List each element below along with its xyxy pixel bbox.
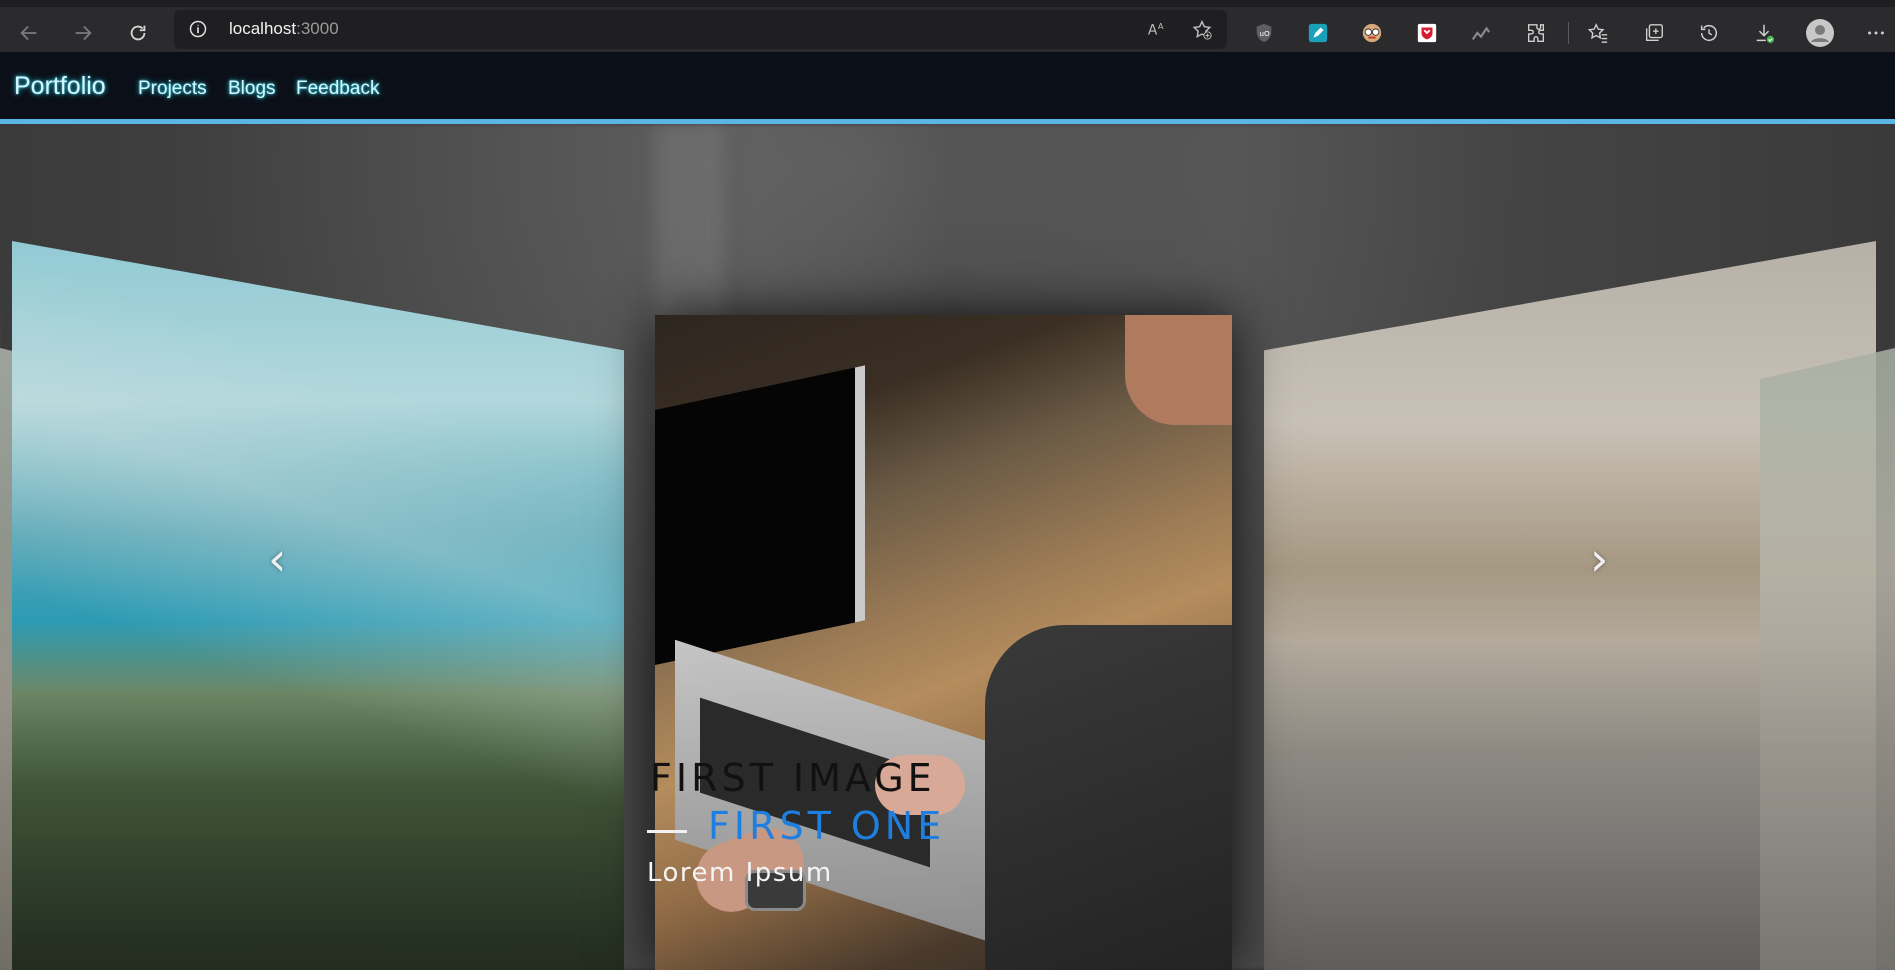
- history-icon[interactable]: [1695, 19, 1723, 47]
- slide-left-haze: [12, 241, 624, 970]
- ublock-extension-icon[interactable]: uO: [1250, 19, 1278, 47]
- address-bar[interactable]: localhost:3000 AA: [174, 10, 1227, 49]
- back-button[interactable]: [12, 16, 46, 50]
- app-navbar: Portfolio Projects Blogs Feedback: [0, 52, 1895, 124]
- downloads-icon[interactable]: [1750, 19, 1778, 47]
- nav-link-feedback[interactable]: Feedback: [296, 78, 379, 100]
- url-host: localhost: [229, 19, 297, 38]
- svg-text:A: A: [1158, 21, 1164, 31]
- prev-slide-arrow-icon[interactable]: ‹: [268, 532, 286, 586]
- add-favorite-icon[interactable]: [1190, 18, 1214, 42]
- refresh-icon: [130, 25, 146, 41]
- favorites-icon[interactable]: [1584, 19, 1612, 47]
- slide-caption-subtitle: FIRST ONE: [708, 804, 946, 848]
- shield-extension-icon[interactable]: [1413, 19, 1441, 47]
- nav-link-projects[interactable]: Projects: [138, 78, 207, 100]
- info-icon[interactable]: [188, 19, 208, 39]
- svg-text:A: A: [1148, 23, 1158, 39]
- stats-extension-icon[interactable]: [1467, 19, 1495, 47]
- read-aloud-icon[interactable]: AA: [1145, 18, 1169, 42]
- carousel: FIRST IMAGE FIRST ONE Lorem Ipsum ‹ ›: [0, 124, 1895, 970]
- more-options-icon[interactable]: [1862, 19, 1890, 47]
- slide-left-image[interactable]: [12, 241, 624, 970]
- browser-toolbar: localhost:3000 AA uO: [0, 0, 1895, 52]
- next-slide-arrow-icon[interactable]: ›: [1590, 532, 1608, 586]
- svg-text:uO: uO: [1259, 29, 1270, 38]
- brand-logo[interactable]: Portfolio: [14, 72, 106, 101]
- url-port: :3000: [296, 19, 339, 38]
- profile-avatar-icon[interactable]: [1806, 19, 1834, 47]
- pen-extension-icon[interactable]: [1304, 19, 1332, 47]
- extensions-icon[interactable]: [1522, 19, 1550, 47]
- forward-arrow-icon: [75, 25, 92, 41]
- laptop-screen: [655, 365, 865, 665]
- slide-caption-text: Lorem Ipsum: [647, 858, 833, 888]
- slide-far-right[interactable]: [1760, 348, 1895, 970]
- caption-divider: [647, 830, 687, 833]
- glasses-extension-icon[interactable]: [1358, 19, 1386, 47]
- back-arrow-icon: [20, 25, 37, 41]
- person-head: [1125, 315, 1232, 425]
- url-text[interactable]: localhost:3000: [229, 19, 339, 39]
- forward-button[interactable]: [66, 16, 100, 50]
- slide-caption-title: FIRST IMAGE: [650, 756, 936, 800]
- toolbar-separator: [1568, 22, 1569, 44]
- refresh-button[interactable]: [121, 16, 155, 50]
- nav-link-blogs[interactable]: Blogs: [228, 78, 276, 100]
- person-arm: [985, 625, 1232, 970]
- collections-icon[interactable]: [1640, 19, 1668, 47]
